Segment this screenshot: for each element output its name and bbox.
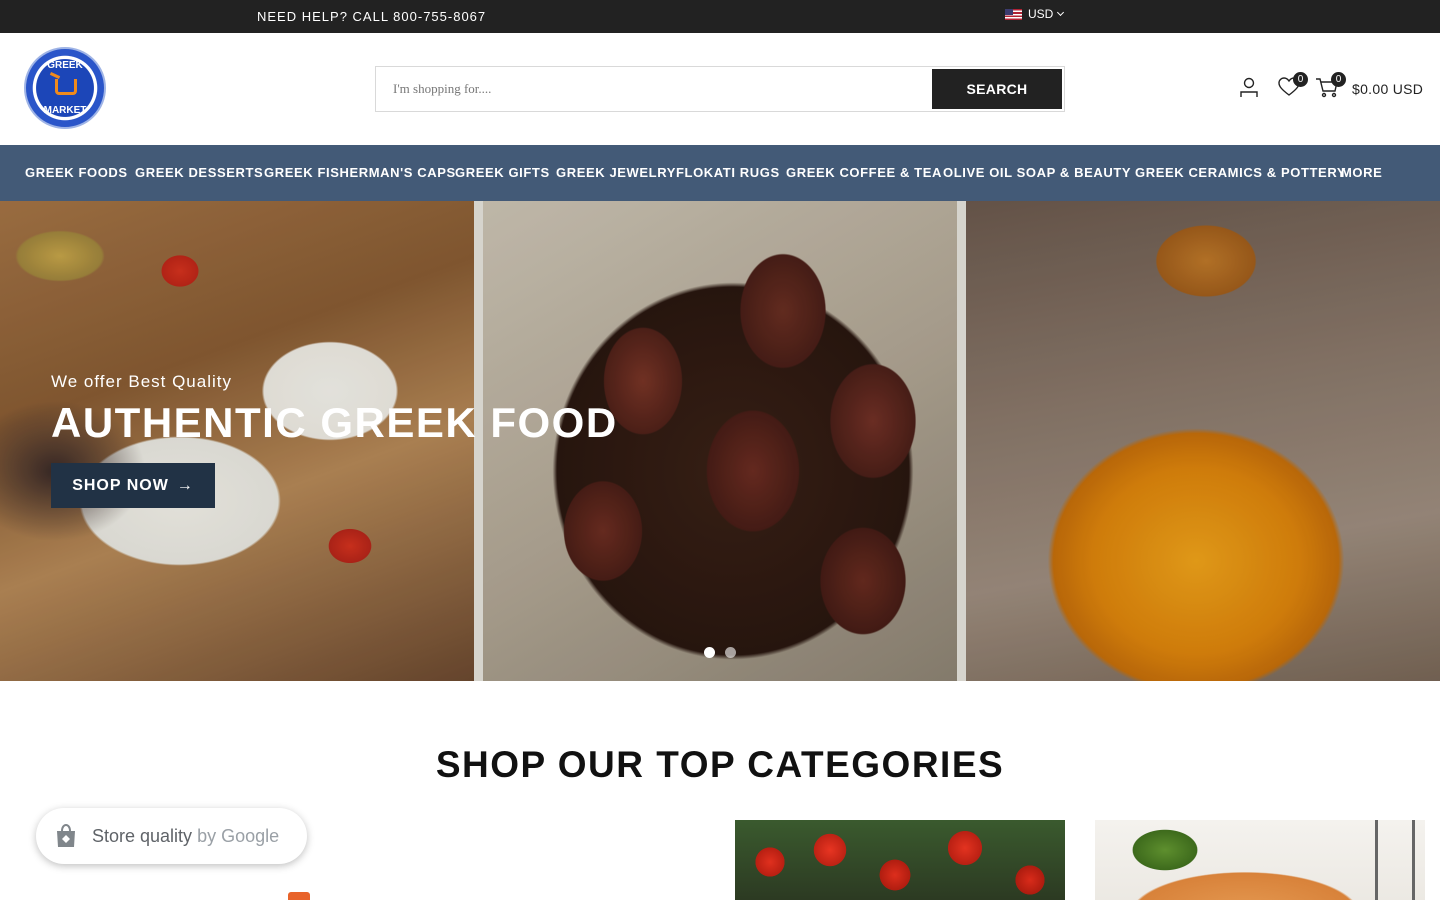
store-quality-label: Store quality [92, 826, 193, 846]
fork-image [1375, 820, 1415, 900]
account-button[interactable] [1236, 74, 1262, 102]
main-navigation: GREEK FOODS GREEK DESSERTS GREEK FISHERM… [0, 145, 1440, 201]
nav-item-more[interactable]: MORE [1341, 165, 1382, 180]
nav-item-coffee-tea[interactable]: GREEK COFFEE & TEA [786, 165, 942, 180]
cart-total[interactable]: $0.00 USD [1352, 81, 1423, 97]
section-title: SHOP OUR TOP CATEGORIES [435, 744, 1005, 785]
nav-item-greek-jewelry[interactable]: GREEK JEWELRY [556, 165, 676, 180]
top-bar: NEED HELP? CALL 800-755-8067 USD [0, 0, 1440, 33]
search-input[interactable] [376, 67, 932, 111]
nav-item-ceramics-pottery[interactable]: GREEK CERAMICS & POTTERY [1135, 165, 1346, 180]
nav-item-greek-gifts[interactable]: GREEK GIFTS [455, 165, 550, 180]
slide-dot-1[interactable] [704, 647, 715, 658]
cart-count-badge: 0 [1331, 72, 1346, 87]
logo-cart-icon [55, 79, 77, 95]
hero-slider: We offer Best Quality AUTHENTIC GREEK FO… [0, 201, 1440, 681]
search-button[interactable]: SEARCH [932, 69, 1062, 109]
hero-subtitle: We offer Best Quality [51, 372, 232, 391]
shopping-bag-icon [57, 823, 75, 847]
nav-item-greek-foods[interactable]: GREEK FOODS [25, 165, 128, 180]
chevron-down-icon [1057, 8, 1065, 17]
nav-item-fishermans-caps[interactable]: GREEK FISHERMAN'S CAPS [264, 165, 456, 180]
logo-text-bottom: MARKET [43, 105, 87, 116]
by-google-label: by Google [197, 826, 280, 846]
hero-title: AUTHENTIC GREEK FOOD [51, 399, 618, 446]
shop-now-label: SHOP NOW [72, 476, 169, 494]
slide-dot-2[interactable] [725, 647, 736, 658]
cart-button[interactable]: 0 [1314, 72, 1346, 102]
currency-selector[interactable]: USD [1005, 7, 1065, 21]
search-bar: SEARCH [375, 66, 1065, 112]
help-phone-text[interactable]: NEED HELP? CALL 800-755-8067 [257, 9, 486, 24]
category-card-dessert[interactable] [1095, 820, 1425, 900]
slider-pagination [704, 647, 746, 658]
nav-item-flokati-rugs[interactable]: FLOKATI RUGS [676, 165, 780, 180]
arrow-right-icon: → [176, 476, 194, 494]
wishlist-button[interactable]: 0 [1276, 72, 1308, 102]
store-quality-text: Store quality by Google [92, 826, 279, 847]
currency-label: USD [1028, 7, 1054, 21]
category-card-tomatoes[interactable] [735, 820, 1065, 900]
nav-item-greek-desserts[interactable]: GREEK DESSERTS [135, 165, 263, 180]
shop-now-button[interactable]: SHOP NOW → [51, 463, 215, 508]
category-image-partial [288, 892, 310, 900]
user-icon [1240, 77, 1258, 97]
logo-text-top: GREEK [47, 60, 83, 71]
site-logo[interactable]: GREEK MARKET [24, 47, 106, 129]
wishlist-count-badge: 0 [1293, 72, 1308, 87]
store-quality-badge[interactable]: Store quality by Google [36, 808, 307, 864]
us-flag-icon [1005, 8, 1022, 20]
nav-item-olive-oil-soap[interactable]: OLIVE OIL SOAP & BEAUTY [943, 165, 1131, 180]
